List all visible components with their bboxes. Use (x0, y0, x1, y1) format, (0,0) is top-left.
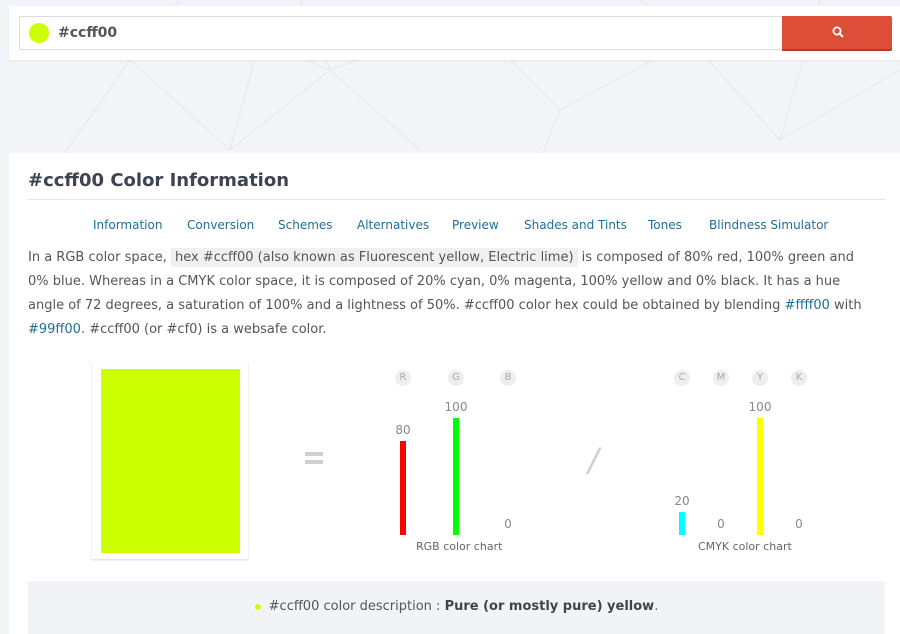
color-info-card: #ccff00 Color Information Information Co… (9, 153, 900, 634)
color-description-panel: #ccff00 color description : Pure (or mos… (28, 581, 885, 634)
tab-alternatives[interactable]: Alternatives (357, 218, 429, 232)
cmyk-value-label-m: 0 (717, 517, 725, 531)
tab-schemes[interactable]: Schemes (278, 218, 333, 232)
cmyk-value-label-c: 20 (674, 494, 690, 508)
rgb-letter-r: R (395, 370, 411, 386)
color-swatch-dot (29, 23, 49, 43)
rgb-bar-g (453, 418, 459, 535)
cmyk-letter-c: C (674, 370, 690, 386)
search-button[interactable] (782, 16, 892, 49)
rgb-value-label-b: 0 (504, 517, 512, 531)
rgb-value-label-g: 100 (444, 400, 468, 414)
color-description-line: #ccff00 color description : Pure (or mos… (28, 599, 885, 614)
color-preview-swatch (92, 361, 248, 559)
equals-icon (305, 452, 323, 468)
description-text: In a RGB color space, (28, 250, 167, 265)
cmyk-value-label-k: 0 (795, 517, 803, 531)
description-value: Pure (or mostly pure) yellow (444, 599, 655, 614)
cmyk-bar-y (757, 418, 763, 535)
search-box (19, 16, 784, 50)
page-title: #ccff00 Color Information (28, 170, 290, 191)
hex-code-label: hex #ccff00 (also known as Fluorescent y… (171, 248, 578, 267)
description-prefix: #ccff00 color description : (268, 599, 441, 614)
color-search-input[interactable] (58, 21, 758, 45)
tab-conversion[interactable]: Conversion (187, 218, 254, 232)
blend-color-link-2[interactable]: #99ff00 (28, 322, 81, 337)
color-dot-icon (254, 603, 261, 610)
rgb-bar-r (400, 441, 406, 535)
search-card (9, 6, 900, 60)
cmyk-bar-c (679, 512, 685, 535)
swatch-fill (101, 369, 240, 553)
rgb-chart-caption: RGB color chart (416, 540, 503, 553)
description-text: with (834, 298, 862, 313)
tab-information[interactable]: Information (93, 218, 162, 232)
description-text: . #ccff00 (or #cf0) is a websafe color. (80, 322, 327, 337)
rgb-letter-g: G (448, 370, 464, 386)
tab-preview[interactable]: Preview (452, 218, 499, 232)
cmyk-letter-y: Y (752, 370, 768, 386)
blend-color-link-1[interactable]: #ffff00 (785, 298, 830, 313)
title-divider (28, 199, 885, 200)
tab-blindness-simulator[interactable]: Blindness Simulator (709, 218, 828, 232)
tab-tones[interactable]: Tones (648, 218, 682, 232)
color-description-paragraph: In a RGB color space, hex #ccff00 (also … (28, 246, 878, 342)
search-icon (832, 26, 844, 38)
rgb-value-label-r: 80 (395, 423, 411, 437)
cmyk-value-label-y: 100 (748, 400, 772, 414)
cmyk-letter-k: K (791, 370, 807, 386)
cmyk-chart-caption: CMYK color chart (698, 540, 792, 553)
description-suffix: . (654, 599, 659, 614)
slash-divider: / (588, 441, 599, 479)
cmyk-letter-m: M (713, 370, 729, 386)
rgb-letter-b: B (500, 370, 516, 386)
tab-shades-and-tints[interactable]: Shades and Tints (524, 218, 627, 232)
section-tabs: Information Conversion Schemes Alternati… (28, 218, 885, 236)
